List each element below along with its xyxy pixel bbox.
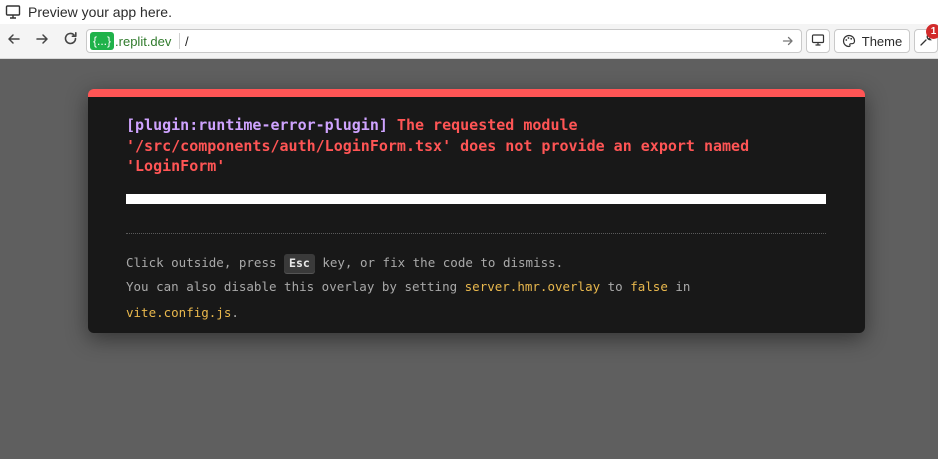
tip-line-3: vite.config.js. (126, 300, 690, 326)
config-key: server.hmr.overlay (464, 279, 601, 294)
tip-line-1: Click outside, press Esc key, or fix the… (126, 250, 690, 276)
dismiss-tip: Click outside, press Esc key, or fix the… (126, 250, 690, 326)
domain-subdomain: {...} (90, 32, 115, 50)
url-divider (179, 33, 180, 49)
arrow-right-icon (35, 32, 49, 51)
notification-badge: 1 (926, 24, 938, 39)
palette-icon (842, 34, 856, 48)
browser-toolbar: {...} .replit.dev Theme 1 (0, 24, 938, 59)
domain-chip[interactable]: {...} .replit.dev (90, 32, 171, 50)
plugin-name: [plugin:runtime-error-plugin] (126, 116, 388, 134)
domain-host: .replit.dev (115, 33, 172, 49)
back-button[interactable] (6, 33, 22, 49)
tip-line-2: You can also disable this overlay by set… (126, 274, 690, 300)
preview-header: Preview your app here. (0, 0, 938, 24)
code-frame (126, 194, 826, 204)
monitor-icon (5, 4, 21, 20)
tip-text: key, or fix the code to dismiss. (314, 255, 564, 270)
tip-text: Click outside, press (126, 255, 285, 270)
monitor-icon (811, 33, 825, 50)
esc-key: Esc (284, 254, 315, 273)
url-bar[interactable]: {...} .replit.dev (86, 29, 802, 53)
error-message: [plugin:runtime-error-plugin] The reques… (126, 115, 826, 177)
devices-button[interactable] (806, 29, 830, 53)
theme-label: Theme (861, 33, 903, 49)
go-button[interactable] (781, 34, 795, 48)
reload-button[interactable] (62, 31, 78, 51)
path-input[interactable] (185, 31, 775, 51)
error-overlay[interactable]: [plugin:runtime-error-plugin] The reques… (88, 89, 865, 333)
arrow-left-icon (7, 32, 21, 51)
config-file: vite.config.js (126, 305, 232, 320)
devtools-button[interactable]: 1 (914, 24, 938, 53)
theme-button[interactable]: Theme (834, 29, 910, 53)
arrow-right-icon (782, 36, 793, 46)
tip-text: You can also disable this overlay by set… (126, 279, 465, 294)
tip-text: to (600, 279, 631, 294)
tip-text: . (231, 305, 239, 320)
preview-header-text: Preview your app here. (28, 4, 172, 20)
tip-text: in (667, 279, 691, 294)
config-value: false (630, 279, 668, 294)
forward-button[interactable] (34, 33, 50, 49)
reload-icon (63, 31, 78, 51)
divider (126, 233, 826, 234)
